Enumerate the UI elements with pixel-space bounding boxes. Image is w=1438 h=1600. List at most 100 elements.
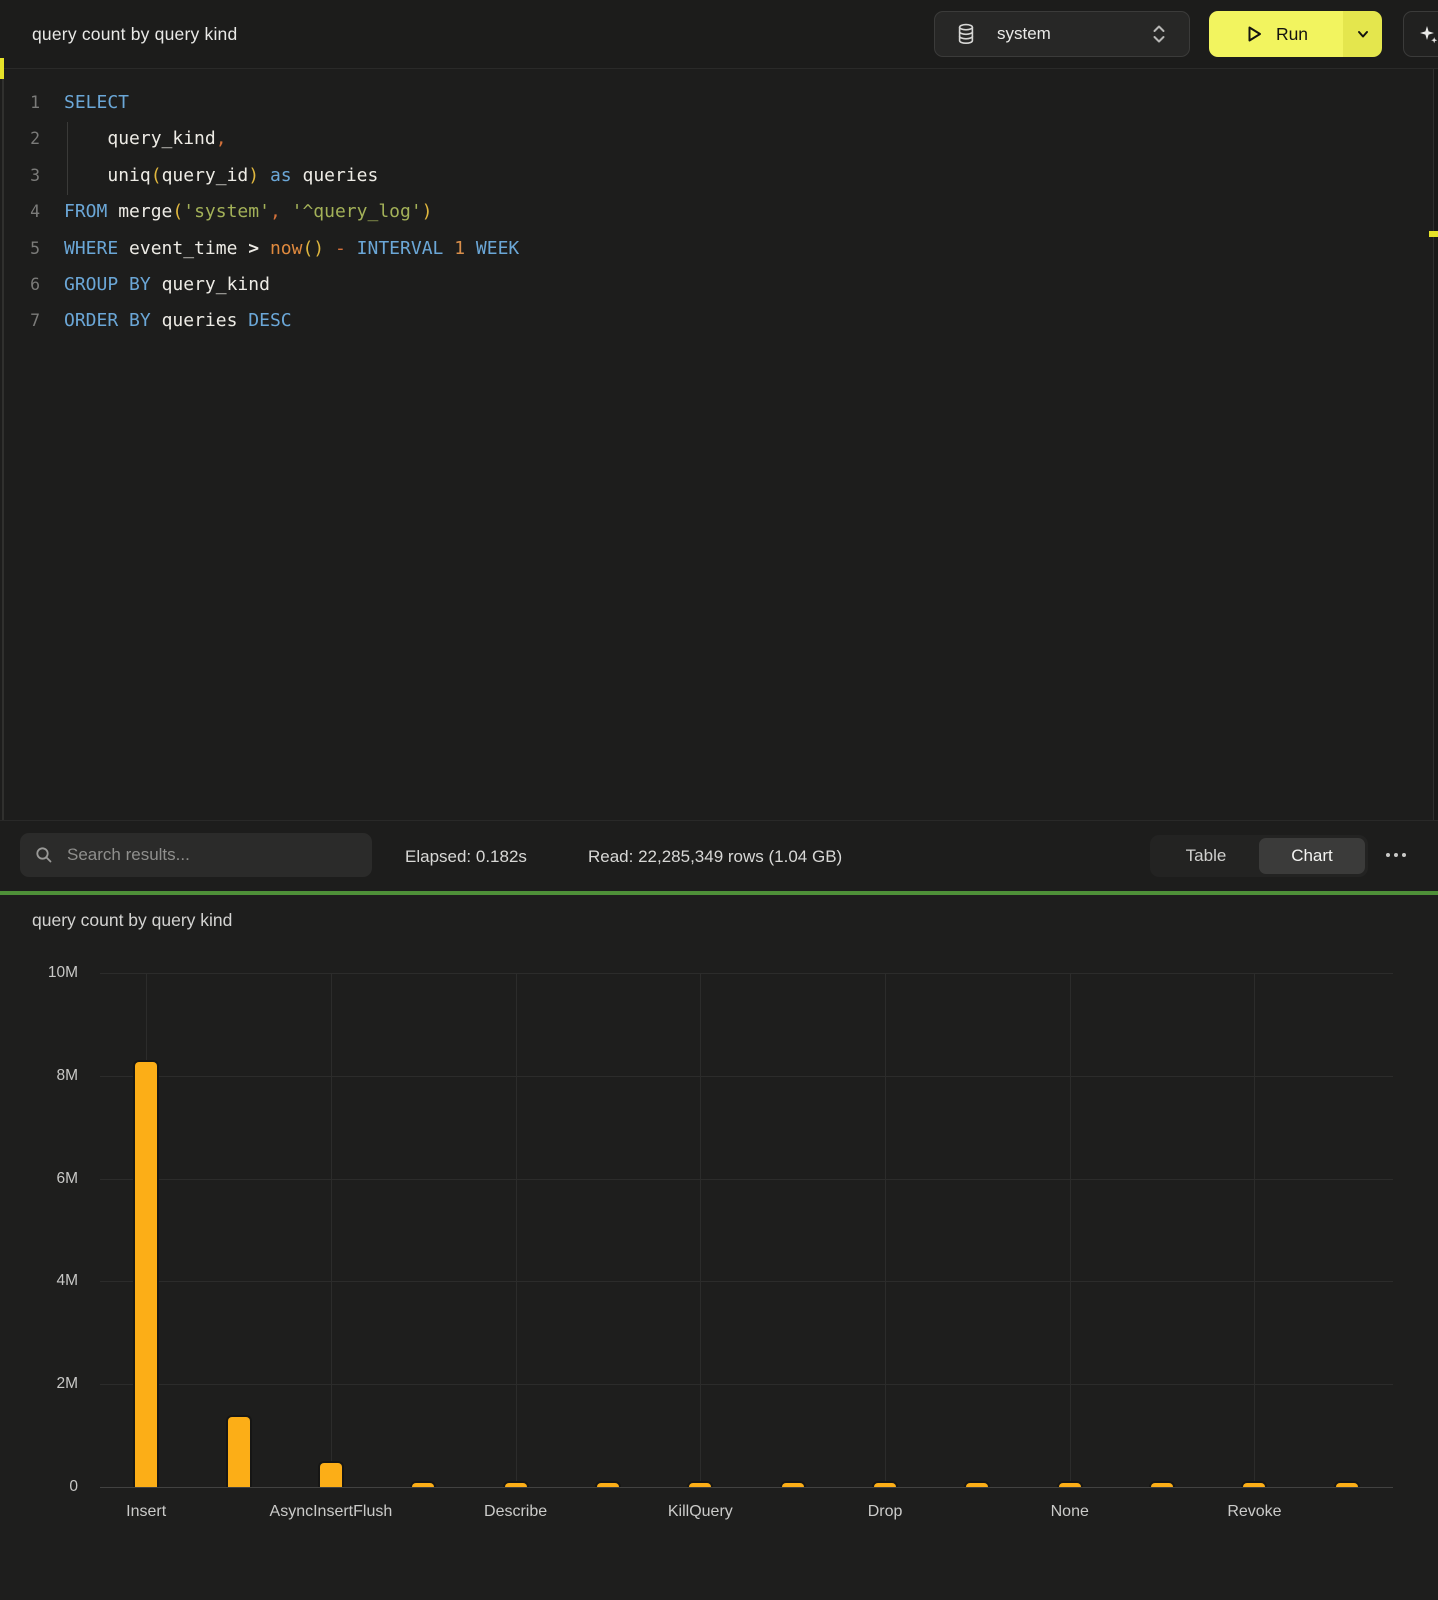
gridline-vertical [516, 973, 517, 1487]
bar-unlabeled-1[interactable] [226, 1415, 252, 1487]
code-token: FROM [64, 201, 107, 222]
gridline-vertical [885, 973, 886, 1487]
gridline-vertical [1254, 973, 1255, 1487]
more-options-icon[interactable] [1382, 847, 1410, 863]
code-token [443, 238, 454, 259]
bar-Drop[interactable] [872, 1481, 898, 1487]
bar-Insert[interactable] [133, 1060, 159, 1487]
bar-Describe[interactable] [503, 1481, 529, 1487]
elapsed-stat: Elapsed: 0.182s [405, 821, 527, 892]
chart-view-button[interactable]: Chart [1259, 838, 1365, 874]
database-selector[interactable]: system [934, 11, 1190, 57]
code-token: event_time [129, 238, 237, 259]
chart-plot [100, 973, 1393, 1487]
x-axis-label: KillQuery [668, 1503, 733, 1521]
code-token: uniq [107, 165, 150, 186]
x-axis-label: None [1051, 1503, 1089, 1521]
code-token: WEEK [476, 238, 519, 259]
bar-unlabeled-13[interactable] [1334, 1481, 1360, 1487]
x-axis-label: Revoke [1227, 1503, 1281, 1521]
code-token: as [270, 165, 292, 186]
top-bar: query count by query kind system [0, 0, 1438, 69]
code-token [118, 238, 129, 259]
gridline-horizontal [100, 1076, 1393, 1077]
cursor-position-marker [1429, 231, 1438, 237]
database-selected-value: system [997, 24, 1051, 44]
read-stat: Read: 22,285,349 rows (1.04 GB) [588, 821, 842, 892]
code-line: 7ORDER BY queries DESC [0, 303, 1380, 339]
gridline-horizontal [100, 1384, 1393, 1385]
code-token [64, 165, 107, 186]
code-token [237, 238, 248, 259]
code-token: '^query_log' [292, 201, 422, 222]
code-token [237, 310, 248, 331]
code-token: DESC [248, 310, 291, 331]
code-token: - [335, 238, 346, 259]
chart-panel: query count by query kind 02M4M6M8M10MIn… [0, 895, 1438, 1600]
table-view-button[interactable]: Table [1153, 838, 1259, 874]
code-token: ( [172, 201, 183, 222]
line-number: 2 [0, 121, 40, 157]
code-token [118, 274, 129, 295]
code-token: now [270, 238, 303, 259]
left-pane-divider [2, 69, 4, 891]
x-axis-label: Describe [484, 1503, 547, 1521]
code-token: 'system' [183, 201, 270, 222]
sparkle-icon [1416, 22, 1438, 46]
x-axis-label: Drop [868, 1503, 903, 1521]
database-icon [956, 23, 976, 45]
bar-unlabeled-9[interactable] [964, 1481, 990, 1487]
code-token [151, 274, 162, 295]
code-token: , [216, 128, 227, 149]
gridline-vertical [1070, 973, 1071, 1487]
bar-Revoke[interactable] [1241, 1481, 1267, 1487]
ai-assist-button[interactable] [1403, 11, 1438, 57]
bar-AsyncInsertFlush[interactable] [318, 1461, 344, 1487]
gridline-horizontal [100, 1281, 1393, 1282]
bar-KillQuery[interactable] [687, 1481, 713, 1487]
bar-unlabeled-5[interactable] [595, 1481, 621, 1487]
run-button[interactable]: Run [1209, 11, 1343, 57]
select-updown-icon [1151, 23, 1167, 45]
code-token: ) [248, 165, 259, 186]
line-number: 1 [0, 85, 40, 121]
line-number: 6 [0, 267, 40, 303]
code-token [465, 238, 476, 259]
view-toggle: Table Chart [1150, 835, 1368, 877]
gridline-vertical [700, 973, 701, 1487]
code-token: 1 [454, 238, 465, 259]
gridline-horizontal [100, 1487, 1393, 1488]
search-box [20, 833, 372, 877]
gridline-horizontal [100, 1179, 1393, 1180]
code-token: query_id [162, 165, 249, 186]
code-token: BY [129, 274, 151, 295]
bar-unlabeled-11[interactable] [1149, 1481, 1175, 1487]
search-results-input[interactable] [65, 844, 349, 866]
code-token: , [270, 201, 281, 222]
code-token [346, 238, 357, 259]
active-tab-marker [0, 58, 4, 79]
bar-unlabeled-3[interactable] [410, 1481, 436, 1487]
search-icon [35, 846, 53, 864]
play-icon [1244, 24, 1264, 44]
x-axis-label: Insert [126, 1503, 166, 1521]
run-button-label: Run [1276, 24, 1308, 45]
code-line: 4FROM merge('system', '^query_log') [0, 194, 1380, 230]
code-token: query_kind [107, 128, 215, 149]
code-token: queries [302, 165, 378, 186]
code-token [324, 238, 335, 259]
y-axis-tick-label: 4M [0, 1272, 78, 1290]
y-axis-tick-label: 10M [0, 964, 78, 982]
chevron-down-icon [1356, 27, 1370, 41]
sql-editor[interactable]: 1SELECT2 query_kind,3 uniq(query_id) as … [0, 69, 1438, 820]
bar-unlabeled-7[interactable] [780, 1481, 806, 1487]
code-token: > [248, 238, 259, 259]
run-options-caret[interactable] [1343, 11, 1382, 57]
y-axis-tick-label: 2M [0, 1375, 78, 1393]
code-line: 6GROUP BY query_kind [0, 267, 1380, 303]
line-number: 7 [0, 303, 40, 339]
code-token: ( [151, 165, 162, 186]
code-token [281, 201, 292, 222]
code-token [259, 238, 270, 259]
bar-None[interactable] [1057, 1481, 1083, 1487]
